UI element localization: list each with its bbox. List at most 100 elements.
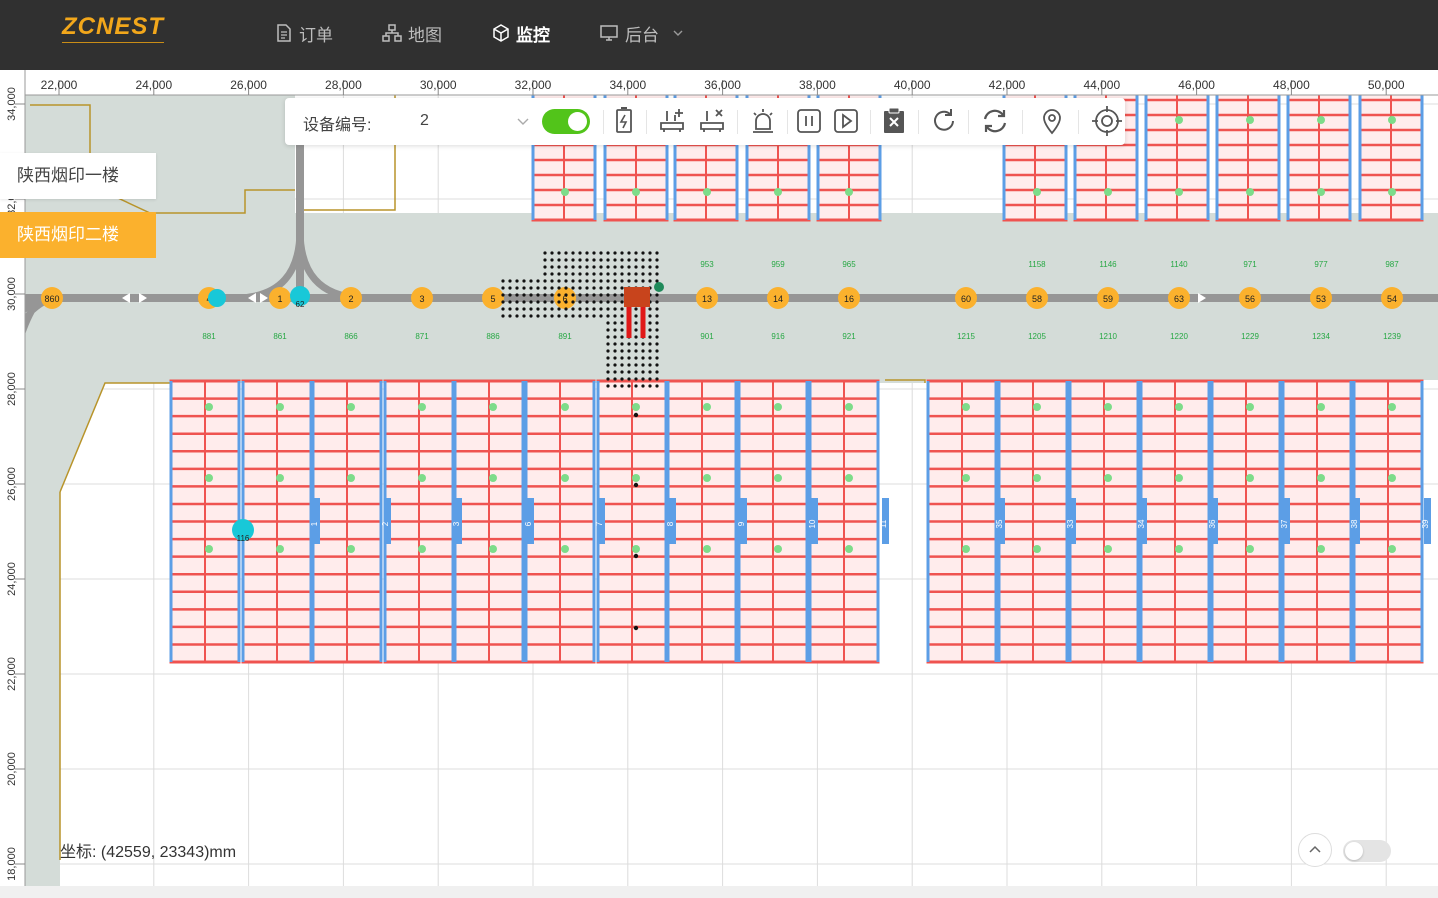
footprint-dot [522,314,526,318]
refresh-button[interactable] [928,105,960,137]
aisle-label-lower: 1215 [957,332,975,341]
nav-monitor-label: 监控 [516,25,550,45]
view-mode-switch[interactable] [1343,840,1391,862]
footprint-dot [550,279,554,283]
rack-id-label: 39 [1421,519,1430,528]
footprint-dot [550,293,554,297]
path-node-label: 58 [1032,294,1042,304]
footprint-dot [564,286,568,290]
footprint-dot [648,272,652,276]
slot-marker [703,403,711,411]
footprint-dot [613,272,617,276]
footprint-dot [529,314,533,318]
nav-admin[interactable]: 后台 [599,20,691,46]
footprint-dot [606,300,610,304]
device-enable-toggle[interactable] [542,109,590,134]
warehouse-map[interactable]: 1 2 3 6 7 8 9 10 11 35 33 34 36 37 38 39 953 959 965 1158 11… [0,70,1438,898]
slot-marker [774,188,782,196]
footprint-dot [620,307,624,311]
scroll-top-button[interactable] [1298,833,1332,867]
footprint-dot [599,251,603,255]
device-number-select[interactable]: 2 [420,107,530,135]
footprint-dot [627,384,631,388]
nav-map[interactable]: 地图 [382,20,442,46]
pause-button[interactable] [793,105,825,137]
nav-orders[interactable]: 订单 [275,20,333,46]
footprint-dot [564,258,568,262]
aisle-label-upper: 971 [1243,260,1257,269]
footprint-dot [627,349,631,353]
footprint-dot [641,377,645,381]
footprint-dot [550,286,554,290]
footprint-dot [606,258,610,262]
footprint-dot [655,321,659,325]
footprint-dot [620,300,624,304]
footprint-dot [536,307,540,311]
path-node-label: 59 [1103,294,1113,304]
footprint-dot [627,265,631,269]
footprint-dot [592,300,596,304]
slot-marker [489,403,497,411]
footprint-dot [599,286,603,290]
floor-tab-2[interactable]: 陕西烟印二楼 [0,212,156,258]
footprint-dot [648,251,652,255]
footprint-dot [529,300,533,304]
nav-monitor[interactable]: 监控 [492,20,550,46]
clear-task-button[interactable] [878,105,910,137]
slot-marker [632,545,640,553]
footprint-dot [655,272,659,276]
footprint-dot [620,314,624,318]
footprint-dot [557,286,561,290]
storage-rack [1139,379,1211,664]
footprint-dot [557,251,561,255]
sitemap-icon [382,24,402,42]
footprint-dot [508,314,512,318]
rack-id-tag [740,498,747,544]
locate-button[interactable] [1036,105,1068,137]
target-button[interactable] [1091,105,1123,137]
footprint-dot [655,363,659,367]
footprint-dot [648,258,652,262]
rack-id-label: 8 [666,521,675,526]
footprint-dot [515,286,519,290]
footprint-dot [571,258,575,262]
rack-id-label: 33 [1066,519,1075,528]
slot-marker [1317,474,1325,482]
footprint-dot [585,293,589,297]
footprint-dot [543,293,547,297]
footprint-dot [613,356,617,360]
rack-id-label: 7 [595,521,604,526]
slot-marker [774,474,782,482]
footprint-dot [620,328,624,332]
footprint-dot [648,370,652,374]
rack-id-tag [384,498,391,544]
footprint-dot [641,370,645,374]
play-button[interactable] [830,105,862,137]
add-vehicle-button[interactable] [657,105,689,137]
footprint-dot [578,279,582,283]
footprint-dot [515,314,519,318]
footprint-dot [634,349,638,353]
alarm-button[interactable] [747,105,779,137]
clear-task-icon [884,107,904,133]
footprint-dot [627,356,631,360]
storage-rack [737,379,809,664]
map-canvas[interactable]: 1 2 3 6 7 8 9 10 11 35 33 34 36 37 38 39953 959 965 1158 11… [0,70,1438,898]
footprint-dot [578,258,582,262]
charge-button[interactable] [608,105,640,137]
slot-marker [347,403,355,411]
storage-rack [1281,379,1353,664]
footprint-dot [592,307,596,311]
footprint-dot [634,279,638,283]
footprint-dot [648,328,652,332]
rack-id-label: 1 [310,521,319,526]
floor-tab-1[interactable]: 陕西烟印一楼 [0,153,156,199]
path-node-label: 860 [44,294,59,304]
sync-button[interactable] [979,105,1011,137]
path-node-label: 5 [490,294,495,304]
footprint-dot [557,293,561,297]
x-ruler-label: 32,000 [515,78,552,92]
refresh-icon [934,109,954,131]
remove-vehicle-button[interactable] [697,105,729,137]
aisle-label-upper: 1158 [1028,260,1046,269]
